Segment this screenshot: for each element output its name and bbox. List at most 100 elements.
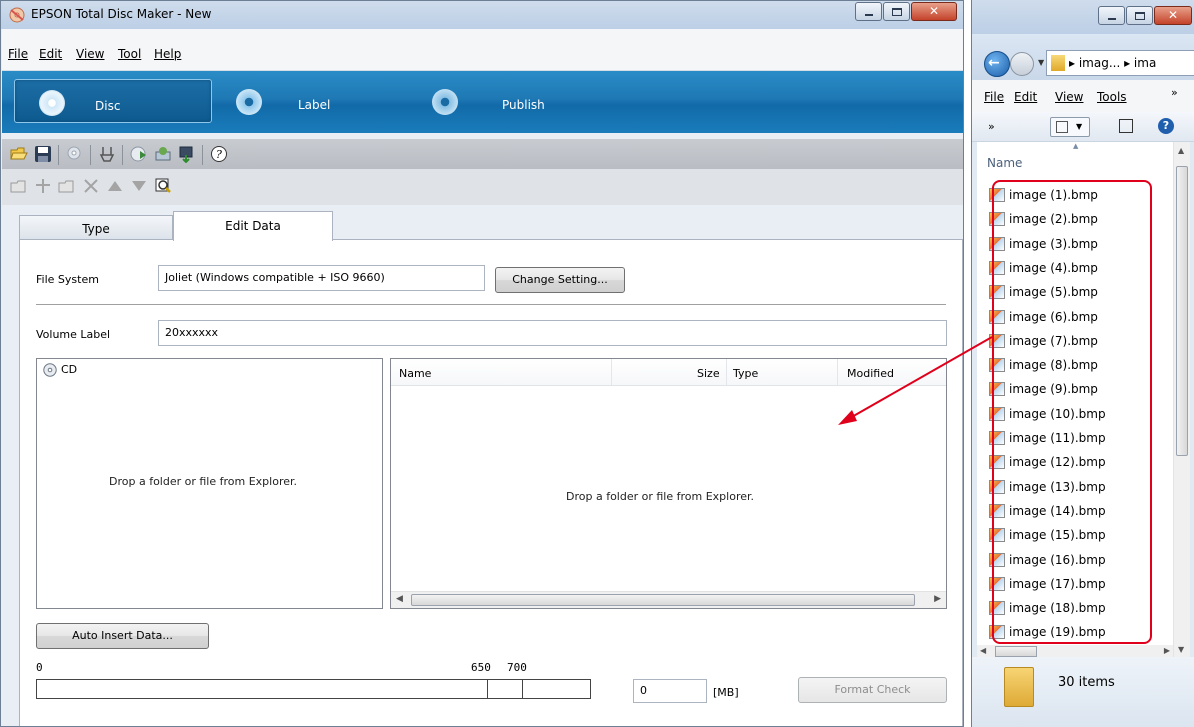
tree-drop-hint: Drop a folder or file from Explorer.	[109, 475, 298, 488]
more-chevron-icon[interactable]: »	[1171, 86, 1178, 99]
scroll-up-icon[interactable]: ▲	[1178, 146, 1184, 155]
explorer-command-bar: » ▼ ?	[972, 112, 1194, 142]
tab-type[interactable]: Type	[19, 215, 173, 239]
explorer-title-bar[interactable]: ✕	[972, 0, 1194, 34]
column-type[interactable]: Type	[733, 367, 758, 380]
back-glyph: ←	[988, 55, 1000, 71]
mode-disc-label: Disc	[95, 99, 121, 113]
maximize-icon	[892, 8, 902, 16]
explorer-vertical-scrollbar[interactable]: ▲ ▼	[1173, 142, 1190, 657]
horizontal-scrollbar[interactable]: ◀ ▶	[391, 591, 946, 608]
move-down-icon[interactable]	[130, 177, 148, 195]
capacity-tick-700	[522, 680, 523, 698]
capacity-mark-650: 650	[471, 661, 491, 674]
menu-view[interactable]: View	[76, 47, 104, 61]
window-title: EPSON Total Disc Maker - New	[31, 7, 212, 21]
menu-tool[interactable]: Tool	[118, 47, 141, 61]
explorer-menu-view[interactable]: View	[1055, 90, 1083, 104]
export-icon[interactable]	[178, 145, 196, 163]
mode-publish-label: Publish	[502, 98, 545, 112]
main-toolbar: ?	[2, 139, 963, 169]
forward-arrow-icon[interactable]	[1010, 52, 1034, 76]
find-file-icon[interactable]	[154, 177, 172, 195]
format-check-button[interactable]: Format Check	[798, 677, 947, 703]
close-icon: ✕	[1167, 8, 1179, 22]
explorer-hscroll-thumb[interactable]	[995, 646, 1037, 657]
tree-root-cd[interactable]: CD	[61, 363, 77, 376]
address-bar[interactable]: ▸ imag... ▸ ima	[1046, 50, 1194, 76]
cd-icon	[43, 363, 57, 377]
explorer-scroll-thumb[interactable]	[1176, 166, 1188, 456]
explorer-menu-file[interactable]: File	[984, 90, 1004, 104]
explorer-menu-edit[interactable]: Edit	[1014, 90, 1037, 104]
add-folder-icon[interactable]	[10, 177, 28, 195]
mode-publish-tab[interactable]: Publish	[428, 79, 608, 123]
explorer-menu-tools[interactable]: Tools	[1097, 90, 1127, 104]
help-icon[interactable]: ?	[210, 145, 228, 163]
file-system-label: File System	[36, 273, 99, 286]
explorer-status-bar: 30 items	[972, 657, 1194, 727]
explorer-menu-bar: File Edit View Tools »	[972, 80, 1194, 112]
search-disc-icon[interactable]	[66, 145, 84, 163]
delete-icon[interactable]	[82, 177, 100, 195]
title-bar[interactable]: EPSON Total Disc Maker - New ✕	[1, 1, 963, 29]
move-up-icon[interactable]	[106, 177, 124, 195]
scroll-left-icon[interactable]: ◀	[980, 646, 986, 655]
import-disc-icon[interactable]	[130, 145, 148, 163]
item-count: 30 items	[1058, 675, 1115, 690]
scroll-right-icon[interactable]: ▶	[934, 594, 941, 604]
menu-bar: File Edit View Tool Help	[2, 29, 963, 71]
tab-edit-data[interactable]: Edit Data	[173, 211, 333, 241]
explorer-column-header: Name ▲	[977, 142, 1190, 174]
column-name[interactable]: Name	[399, 367, 431, 380]
more-commands-icon[interactable]: »	[988, 120, 995, 133]
file-system-field[interactable]: Joliet (Windows compatible + ISO 9660)	[158, 265, 485, 291]
scroll-left-icon[interactable]: ◀	[396, 594, 403, 604]
history-dropdown-icon[interactable]: ▼	[1038, 58, 1044, 67]
list-drop-hint: Drop a folder or file from Explorer.	[566, 490, 755, 503]
disc-tree[interactable]: CD Drop a folder or file from Explorer.	[36, 358, 383, 609]
column-size[interactable]: Size	[697, 367, 720, 380]
explorer-column-name[interactable]: Name	[987, 156, 1022, 170]
tools-icon[interactable]	[98, 145, 116, 163]
sort-ascending-icon: ▲	[1073, 142, 1079, 150]
menu-file[interactable]: File	[8, 47, 28, 61]
capacity-unit: [MB]	[713, 686, 739, 699]
explorer-maximize-button[interactable]	[1126, 6, 1153, 25]
app-icon	[9, 7, 25, 23]
column-separator	[837, 359, 838, 385]
capacity-scale-start: 0	[36, 661, 43, 674]
capacity-bar	[36, 679, 591, 699]
new-file-icon[interactable]	[34, 177, 52, 195]
mode-disc-tab[interactable]: Disc	[14, 79, 212, 123]
column-modified[interactable]: Modified	[847, 367, 894, 380]
file-list[interactable]: Name Size Type Modified Drop a folder or…	[390, 358, 947, 609]
close-button[interactable]: ✕	[911, 2, 957, 21]
toolbar-separator	[58, 145, 59, 165]
scroll-down-icon[interactable]: ▼	[1178, 645, 1184, 654]
save-icon[interactable]	[34, 145, 52, 163]
auto-insert-data-button[interactable]: Auto Insert Data...	[36, 623, 209, 649]
menu-help[interactable]: Help	[154, 47, 181, 61]
open-folder-icon[interactable]	[10, 145, 28, 163]
preview-pane-icon[interactable]	[1119, 119, 1133, 133]
svg-text:?: ?	[216, 148, 222, 161]
add-file-icon[interactable]	[58, 177, 76, 195]
maximize-button[interactable]	[883, 2, 910, 21]
large-folder-icon	[1004, 667, 1034, 707]
mode-label-tab[interactable]: Label	[232, 79, 412, 123]
publish-icon	[432, 89, 458, 115]
scroll-thumb[interactable]	[411, 594, 915, 606]
minimize-button[interactable]	[855, 2, 882, 21]
explorer-close-button[interactable]: ✕	[1154, 6, 1192, 25]
explorer-help-icon[interactable]: ?	[1158, 118, 1174, 134]
minimize-icon	[865, 14, 873, 16]
volume-label-field[interactable]: 20xxxxxx	[158, 320, 947, 346]
explorer-minimize-button[interactable]	[1098, 6, 1125, 25]
change-setting-button[interactable]: Change Setting...	[495, 267, 625, 293]
volume-label-label: Volume Label	[36, 328, 111, 341]
printer-disc-icon[interactable]	[154, 145, 172, 163]
label-disc-icon	[236, 89, 262, 115]
menu-edit[interactable]: Edit	[39, 47, 62, 61]
scroll-right-icon[interactable]: ▶	[1164, 646, 1170, 655]
